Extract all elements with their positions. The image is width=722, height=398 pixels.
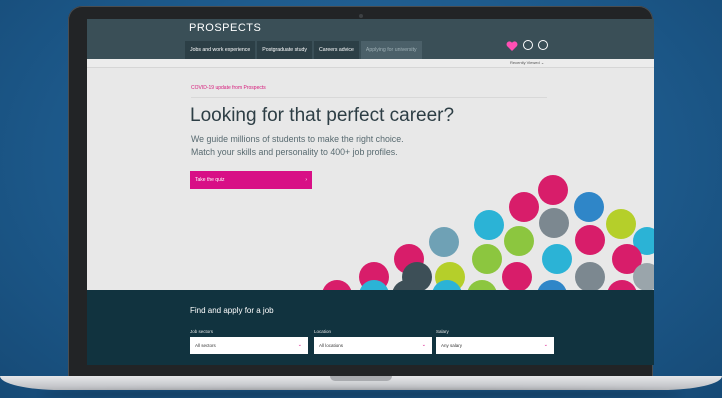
job-finder-title: Find and apply for a job <box>190 306 274 315</box>
chevron-down-icon: ⌄ <box>421 342 426 348</box>
laptop-shadow <box>40 390 682 398</box>
job-sectors-value: All sectors <box>195 343 216 348</box>
chevron-down-icon: ⌄ <box>297 342 302 348</box>
job-icon-circles <box>322 175 654 294</box>
browser-screen: PROSPECTS Jobs and work experience Postg… <box>87 19 654 365</box>
location-value: All locations <box>319 343 344 348</box>
salary-select[interactable]: Any salary ⌄ <box>436 337 554 354</box>
job-sectors-select[interactable]: All sectors ⌄ <box>190 337 308 354</box>
job-finder-panel: Find and apply for a job Job sectors Loc… <box>87 290 654 365</box>
location-label: Location <box>314 329 332 334</box>
laptop-notch <box>330 376 392 381</box>
chevron-down-icon: ⌄ <box>543 342 548 348</box>
career-icons-illustration <box>322 175 654 294</box>
job-sectors-label: Job sectors <box>190 329 214 334</box>
location-select[interactable]: All locations ⌄ <box>314 337 432 354</box>
salary-value: Any salary <box>441 343 463 348</box>
salary-label: Salary <box>436 329 449 334</box>
camera-icon <box>359 14 363 18</box>
